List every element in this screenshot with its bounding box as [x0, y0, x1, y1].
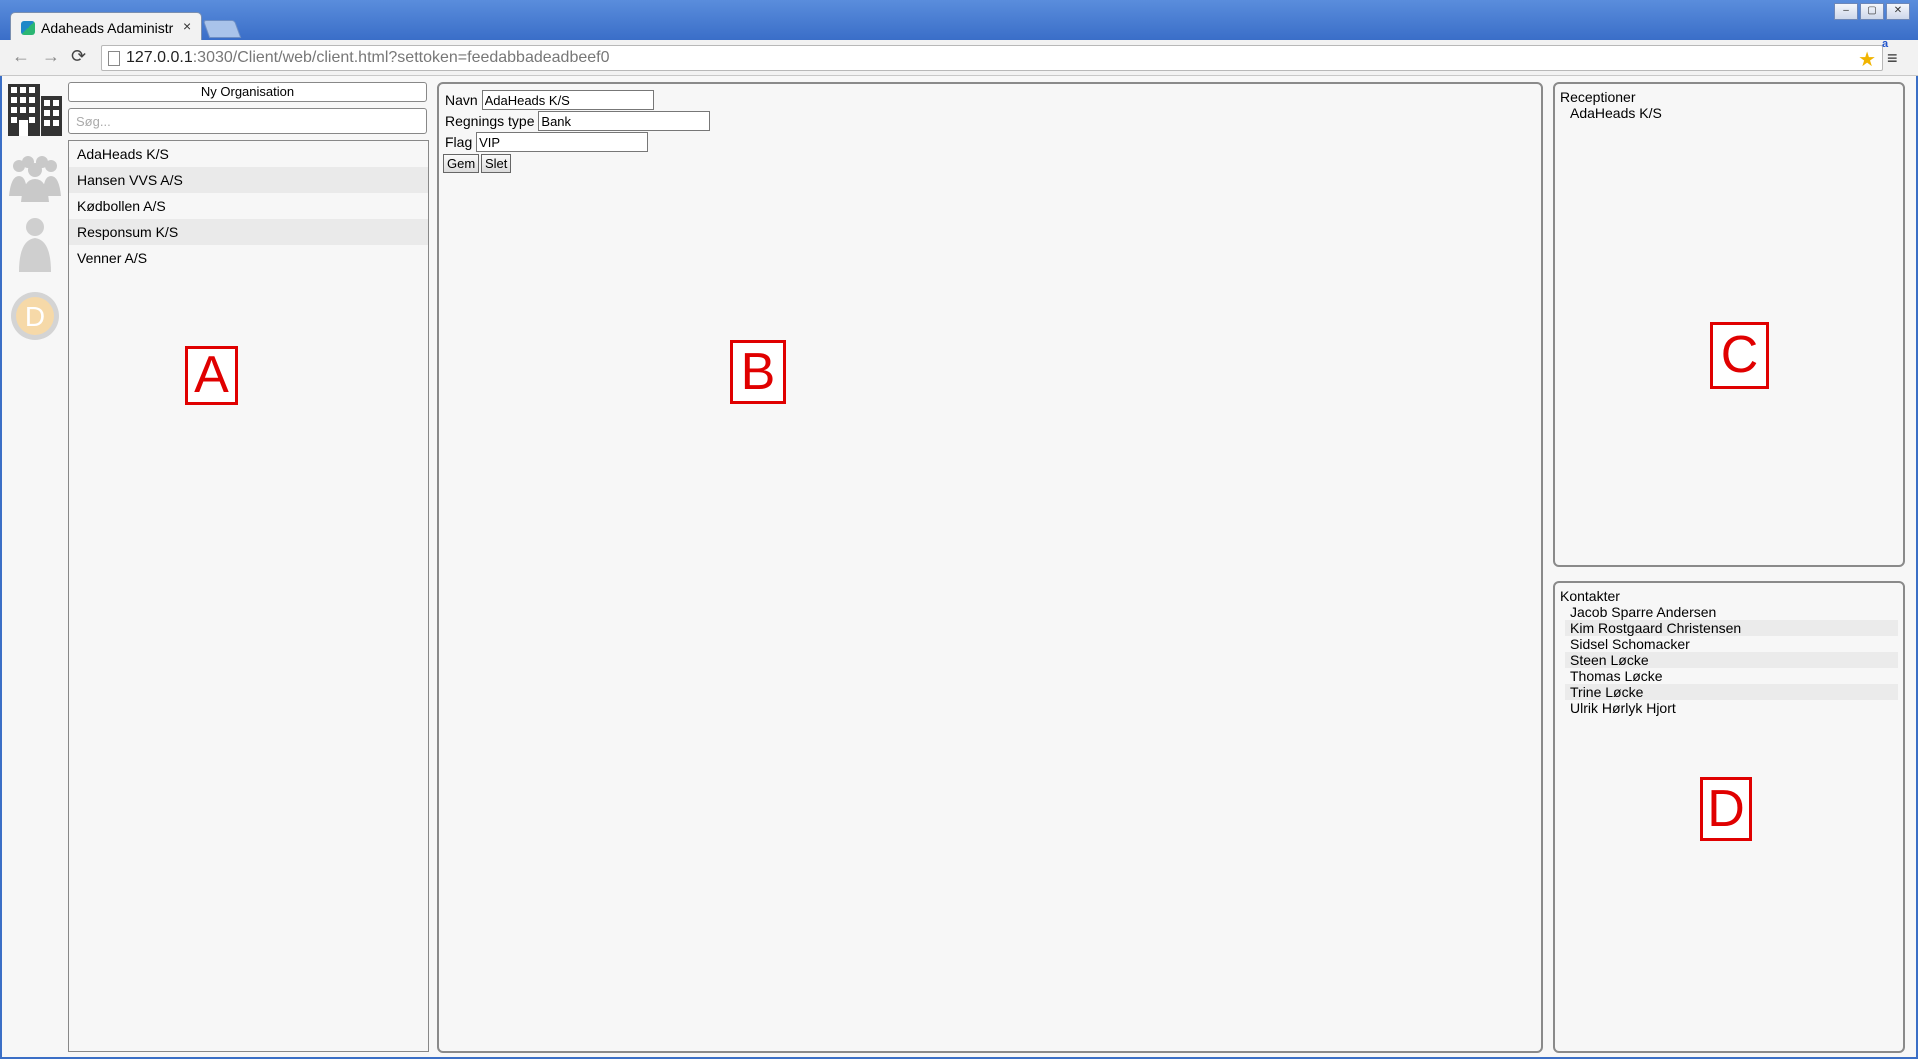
browser-menu-icon[interactable]: ≡	[1887, 48, 1898, 69]
list-item[interactable]: Sidsel Schomacker	[1565, 636, 1898, 652]
address-bar[interactable]: 127.0.0.1:3030/Client/web/client.html?se…	[101, 45, 1883, 71]
flag-input[interactable]	[476, 132, 649, 152]
window-controls: – ▢ ✕	[1834, 3, 1910, 20]
flag-field: Flag	[445, 132, 649, 152]
organisation-icon[interactable]	[7, 82, 63, 138]
new-organisation-button[interactable]: Ny Organisation	[68, 82, 427, 102]
bookmark-star-icon[interactable]: ★	[1858, 47, 1876, 72]
list-item[interactable]: Venner A/S	[69, 245, 428, 271]
tab-title: Adaheads Adaministr	[41, 20, 174, 36]
tab-favicon-icon	[21, 21, 35, 35]
contacts-list: Jacob Sparre Andersen Kim Rostgaard Chri…	[1565, 604, 1898, 716]
receptions-title: Receptioner	[1560, 89, 1636, 105]
browser-tab[interactable]: Adaheads Adaministr ×	[10, 12, 202, 42]
billing-input[interactable]	[538, 111, 711, 131]
marker-a: A	[185, 346, 238, 405]
list-item[interactable]: Jacob Sparre Andersen	[1565, 604, 1898, 620]
save-button[interactable]: Gem	[443, 154, 480, 173]
name-input[interactable]	[481, 90, 654, 110]
url-host: 127.0.0.1	[126, 49, 193, 66]
list-item[interactable]: Steen Løcke	[1565, 652, 1898, 668]
page-icon	[108, 51, 120, 66]
receptions-list: AdaHeads K/S	[1565, 105, 1898, 121]
forward-icon[interactable]: →	[42, 46, 60, 67]
search-input[interactable]	[68, 108, 427, 134]
marker-c: C	[1710, 322, 1769, 389]
list-item[interactable]: Trine Løcke	[1565, 684, 1898, 700]
list-item[interactable]: Hansen VVS A/S	[69, 167, 428, 193]
app-page: D Ny Organisation AdaHeads K/S Hansen VV…	[2, 76, 1916, 1057]
billing-field: Regnings type	[445, 111, 711, 131]
dial-icon[interactable]: D	[7, 288, 63, 344]
organisation-list: AdaHeads K/S Hansen VVS A/S Kødbollen A/…	[68, 140, 429, 1052]
organisation-detail-panel: Navn Regnings type Flag Gem Slet B	[437, 82, 1543, 1053]
nav-iconbar: D	[2, 76, 64, 1057]
receptions-panel: Receptioner AdaHeads K/S C	[1553, 82, 1905, 567]
list-item[interactable]: Thomas Løcke	[1565, 668, 1898, 684]
contact-icon[interactable]	[7, 216, 63, 272]
list-item[interactable]: Kødbollen A/S	[69, 193, 428, 219]
billing-label: Regnings type	[445, 113, 535, 129]
name-field: Navn	[445, 90, 654, 110]
browser-toolbar: ← → ⟳ 127.0.0.1:3030/Client/web/client.h…	[0, 38, 1918, 76]
list-item[interactable]: Responsum K/S	[69, 219, 428, 245]
tab-close-icon[interactable]: ×	[183, 18, 191, 34]
url-path: :3030/Client/web/client.html?settoken=fe…	[192, 49, 610, 66]
receptions-icon[interactable]	[7, 152, 63, 208]
list-item[interactable]: Ulrik Hørlyk Hjort	[1565, 700, 1898, 716]
back-icon[interactable]: ←	[12, 46, 30, 67]
marker-d: D	[1700, 777, 1752, 841]
browser-titlebar: Adaheads Adaministr × – ▢ ✕	[0, 0, 1918, 42]
close-window-button[interactable]: ✕	[1886, 3, 1910, 20]
contacts-title: Kontakter	[1560, 588, 1620, 604]
list-item[interactable]: Kim Rostgaard Christensen	[1565, 620, 1898, 636]
delete-button[interactable]: Slet	[481, 154, 512, 173]
flag-label: Flag	[445, 134, 473, 150]
list-item[interactable]: AdaHeads K/S	[1565, 105, 1898, 121]
svg-text:D: D	[25, 301, 45, 332]
name-label: Navn	[445, 92, 478, 108]
maximize-button[interactable]: ▢	[1860, 3, 1884, 20]
contacts-panel: Kontakter Jacob Sparre Andersen Kim Rost…	[1553, 581, 1905, 1053]
minimize-button[interactable]: –	[1834, 3, 1858, 20]
list-item[interactable]: AdaHeads K/S	[69, 141, 428, 167]
url-text: 127.0.0.1:3030/Client/web/client.html?se…	[126, 49, 609, 67]
reload-icon[interactable]: ⟳	[71, 46, 86, 67]
marker-b: B	[730, 340, 786, 404]
new-tab-button[interactable]	[202, 20, 242, 38]
